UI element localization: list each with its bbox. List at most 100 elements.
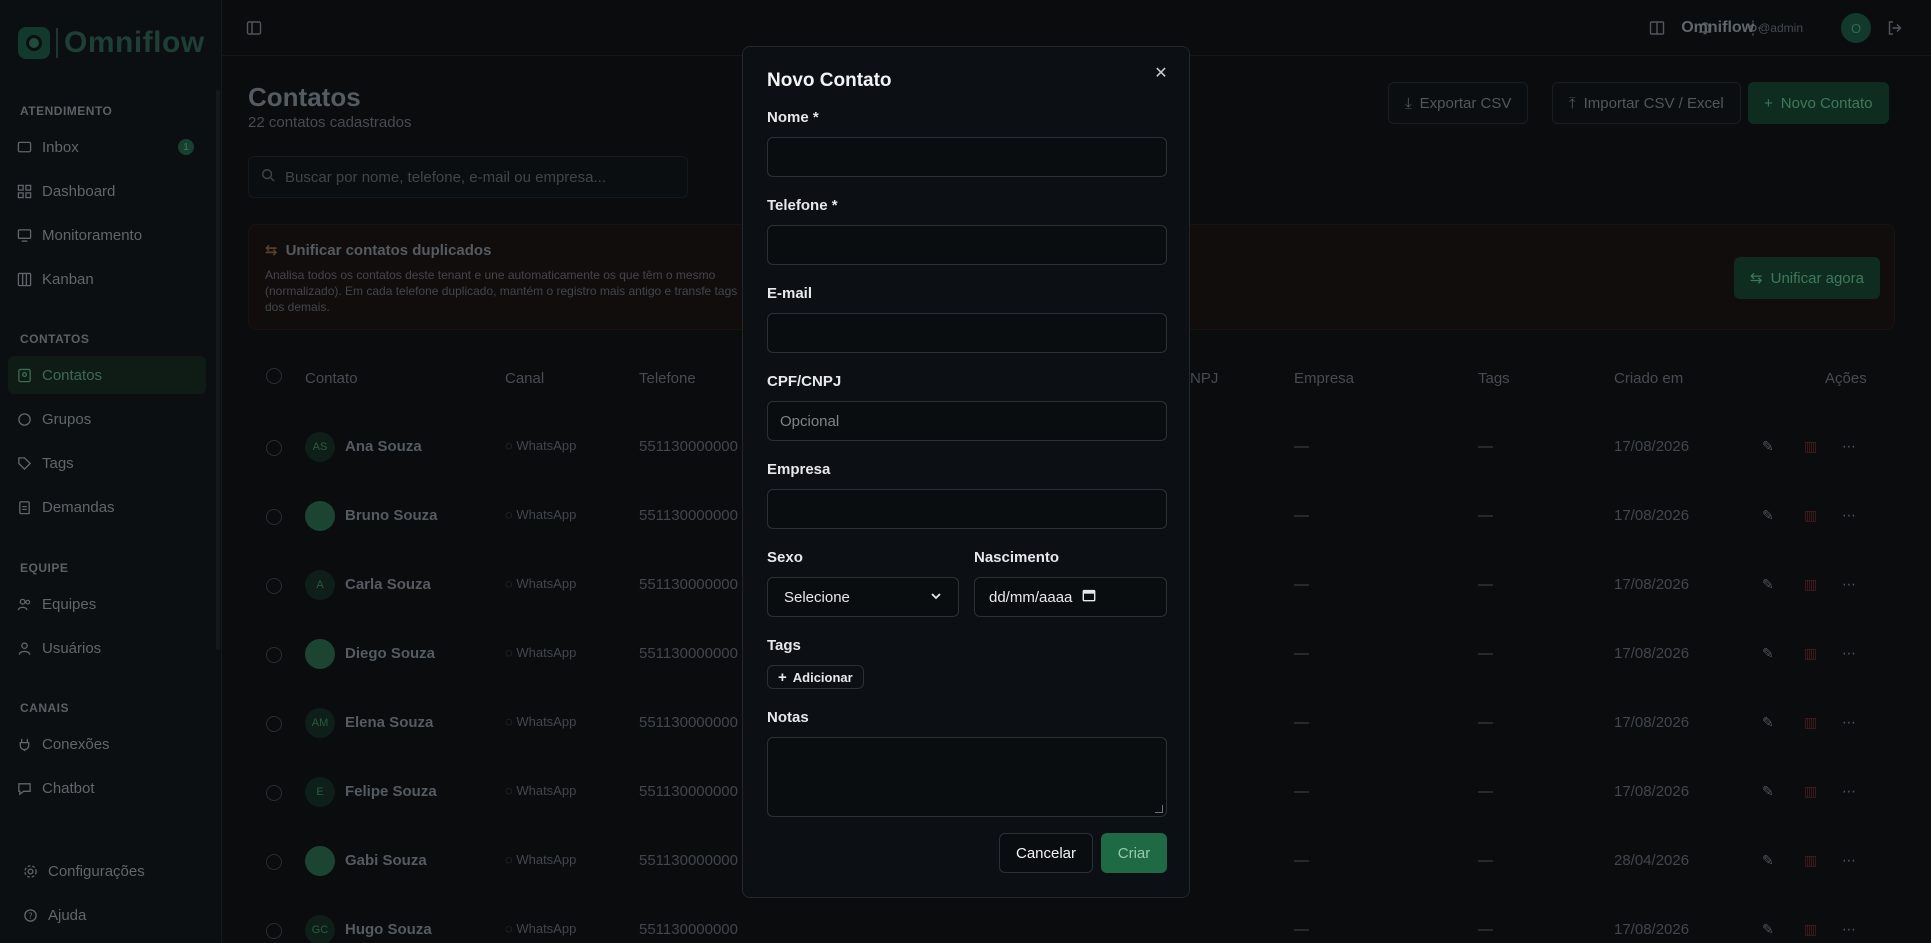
company-cell: — <box>1294 921 1309 938</box>
sidebar-item-kanban[interactable]: Kanban <box>8 260 206 298</box>
cpf-cnpj-input[interactable] <box>767 401 1167 441</box>
edit-icon[interactable]: ✎ <box>1762 576 1774 593</box>
contact-name[interactable]: Gabi Souza <box>345 852 427 869</box>
more-icon[interactable]: ⋯ <box>1842 507 1856 524</box>
avatar[interactable]: O <box>1841 13 1871 43</box>
edit-icon[interactable]: ✎ <box>1762 921 1774 938</box>
trash-icon[interactable]: ▥ <box>1804 852 1817 869</box>
column-header-cnpj[interactable]: NPJ <box>1190 370 1218 387</box>
notes-label: Notas <box>767 709 809 726</box>
edit-icon[interactable]: ✎ <box>1762 852 1774 869</box>
contact-name[interactable]: Hugo Souza <box>345 921 432 938</box>
sidebar-item-grupos[interactable]: Grupos <box>8 400 206 438</box>
edit-icon[interactable]: ✎ <box>1762 507 1774 524</box>
sidebar: Omniflow ATENDIMENTO Inbox 1 Dashboard M… <box>0 0 222 943</box>
sidebar-item-inbox[interactable]: Inbox 1 <box>8 128 206 166</box>
sidebar-item-monitoramento[interactable]: Monitoramento <box>8 216 206 254</box>
row-checkbox[interactable] <box>266 716 282 732</box>
more-icon[interactable]: ⋯ <box>1842 852 1856 869</box>
chat-icon <box>16 411 32 427</box>
row-checkbox[interactable] <box>266 923 282 939</box>
birthdate-input[interactable]: dd/mm/aaaa <box>974 577 1167 617</box>
sidebar-item-dashboard[interactable]: Dashboard <box>8 172 206 210</box>
trash-icon[interactable]: ▥ <box>1804 783 1817 800</box>
sidebar-item-configuracoes[interactable]: Configurações <box>14 852 212 890</box>
contact-name[interactable]: Felipe Souza <box>345 783 437 800</box>
app-logo[interactable]: Omniflow <box>18 26 205 60</box>
close-icon[interactable]: ✕ <box>1151 63 1171 83</box>
resize-handle-icon[interactable] <box>1155 805 1163 813</box>
trash-icon[interactable]: ▥ <box>1804 576 1817 593</box>
email-input[interactable] <box>767 313 1167 353</box>
name-label: Nome * <box>767 109 819 126</box>
phone-cell: 551130000000 <box>639 576 738 593</box>
row-checkbox[interactable] <box>266 440 282 456</box>
column-header-empresa[interactable]: Empresa <box>1294 370 1354 387</box>
column-header-tags[interactable]: Tags <box>1478 370 1510 387</box>
create-button[interactable]: Criar <box>1101 833 1167 873</box>
sidebar-item-equipes[interactable]: Equipes <box>8 585 206 623</box>
column-header-contato[interactable]: Contato <box>305 370 358 387</box>
layout-icon[interactable] <box>1647 18 1667 38</box>
cpf-cnpj-label: CPF/CNPJ <box>767 373 842 390</box>
sidebar-item-ajuda[interactable]: ? Ajuda <box>14 896 212 934</box>
sidebar-scrollbar[interactable] <box>216 90 220 650</box>
more-icon[interactable]: ⋯ <box>1842 576 1856 593</box>
import-csv-button[interactable]: ⤒ Importar CSV / Excel <box>1552 82 1741 124</box>
search-input[interactable]: Buscar por nome, telefone, e-mail ou emp… <box>248 156 688 198</box>
toggle-sidebar-icon[interactable] <box>244 18 264 38</box>
row-checkbox[interactable] <box>266 647 282 663</box>
row-checkbox[interactable] <box>266 578 282 594</box>
contact-name[interactable]: Carla Souza <box>345 576 431 593</box>
trash-icon[interactable]: ▥ <box>1804 714 1817 731</box>
add-tag-button[interactable]: + Adicionar <box>767 665 864 689</box>
trash-icon[interactable]: ▥ <box>1804 645 1817 662</box>
more-icon[interactable]: ⋯ <box>1842 921 1856 938</box>
contact-name[interactable]: Elena Souza <box>345 714 433 731</box>
name-input[interactable] <box>767 137 1167 177</box>
export-csv-button[interactable]: ⤓ Exportar CSV <box>1388 82 1529 124</box>
inbox-badge: 1 <box>178 139 194 155</box>
edit-icon[interactable]: ✎ <box>1762 438 1774 455</box>
edit-icon[interactable]: ✎ <box>1762 714 1774 731</box>
sidebar-item-demandas[interactable]: Demandas <box>8 488 206 526</box>
row-checkbox[interactable] <box>266 785 282 801</box>
notes-textarea[interactable] <box>767 737 1167 817</box>
edit-icon[interactable]: ✎ <box>1762 783 1774 800</box>
more-icon[interactable]: ⋯ <box>1842 783 1856 800</box>
sidebar-item-chatbot[interactable]: Chatbot <box>8 769 206 807</box>
more-icon[interactable]: ⋯ <box>1842 438 1856 455</box>
company-input[interactable] <box>767 489 1167 529</box>
phone-input[interactable] <box>767 225 1167 265</box>
sidebar-item-tags[interactable]: Tags <box>8 444 206 482</box>
logo-mark-icon <box>18 27 50 59</box>
sidebar-item-usuarios[interactable]: Usuários <box>8 629 206 667</box>
column-header-canal[interactable]: Canal <box>505 370 544 387</box>
contact-name[interactable]: Diego Souza <box>345 645 435 662</box>
row-checkbox[interactable] <box>266 509 282 525</box>
channel-label: ◌ WhatsApp <box>505 783 577 798</box>
more-icon[interactable]: ⋯ <box>1842 645 1856 662</box>
logout-icon[interactable] <box>1885 18 1905 38</box>
whatsapp-icon: ◌ <box>505 438 517 453</box>
more-icon[interactable]: ⋯ <box>1842 714 1856 731</box>
sidebar-item-contatos[interactable]: Contatos <box>8 356 206 394</box>
merge-now-button[interactable]: ⇆ Unificar agora <box>1734 257 1880 299</box>
trash-icon[interactable]: ▥ <box>1804 507 1817 524</box>
sidebar-item-conexoes[interactable]: Conexões <box>8 725 206 763</box>
trash-icon[interactable]: ▥ <box>1804 438 1817 455</box>
select-all-checkbox[interactable] <box>266 368 282 384</box>
cancel-button[interactable]: Cancelar <box>999 833 1093 873</box>
column-header-telefone[interactable]: Telefone <box>639 370 696 387</box>
edit-icon[interactable]: ✎ <box>1762 645 1774 662</box>
contact-name[interactable]: Bruno Souza <box>345 507 438 524</box>
new-contact-button[interactable]: + Novo Contato <box>1748 82 1889 124</box>
trash-icon[interactable]: ▥ <box>1804 921 1817 938</box>
column-header-criado-em[interactable]: Criado em <box>1614 370 1683 387</box>
gender-select[interactable]: Selecione <box>767 577 959 617</box>
avatar: E <box>305 777 335 807</box>
calendar-icon[interactable] <box>1082 588 1096 606</box>
row-checkbox[interactable] <box>266 854 282 870</box>
created-cell: 17/08/2026 <box>1614 507 1690 524</box>
contact-name[interactable]: Ana Souza <box>345 438 422 455</box>
